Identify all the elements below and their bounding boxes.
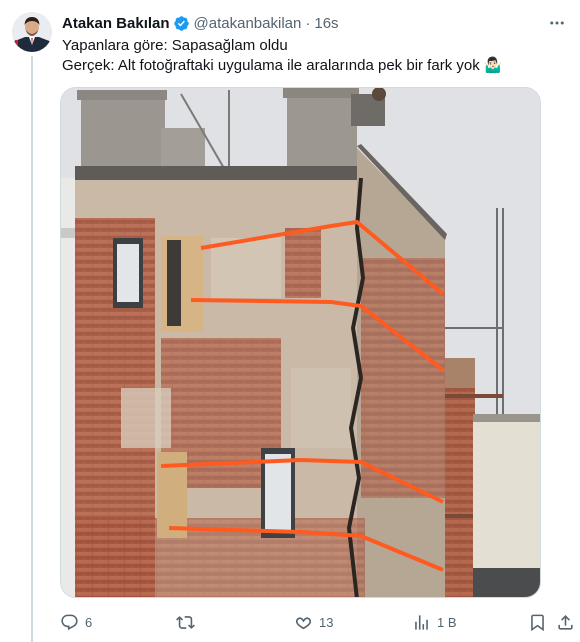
retweet-icon [176, 615, 195, 629]
views-count: 1 B [437, 614, 457, 630]
tweet-text-line-2-wrap: Gerçek: Alt fotoğraftaki uygulama ile ar… [62, 56, 567, 76]
reply-button[interactable]: 6 [60, 608, 92, 636]
separator-dot: · [305, 14, 311, 32]
avatar-image [12, 12, 52, 52]
bookmark-button[interactable] [528, 608, 547, 636]
thread-line [31, 56, 33, 642]
avatar[interactable] [12, 12, 52, 52]
heart-icon [295, 616, 312, 629]
reply-icon [61, 614, 78, 630]
share-button[interactable] [556, 608, 575, 636]
tweet-text-line-1: Yapanlara göre: Sapasağlam oldu [62, 37, 288, 54]
tweet[interactable]: Atakan Bakılan @atakanbakilan · 16s Yapa… [0, 0, 580, 642]
analytics-bar-icon [415, 614, 428, 630]
tweet-actions: 6 13 1 B [60, 608, 580, 636]
author-name[interactable]: Atakan Bakılan [62, 15, 170, 32]
like-button[interactable]: 13 [294, 608, 333, 636]
reply-count: 6 [85, 614, 93, 630]
bookmark-icon [531, 614, 544, 631]
tweet-text-line-2: Gerçek: Alt fotoğraftaki uygulama ile ar… [62, 57, 480, 74]
tweet-media-photo[interactable] [60, 87, 541, 598]
share-icon [558, 614, 573, 630]
like-count: 13 [319, 614, 334, 630]
tweet-text: Yapanlara göre: Sapasağlam oldu Gerçek: … [62, 36, 567, 76]
views-button[interactable]: 1 B [412, 608, 457, 636]
tweet-time[interactable]: 16s [314, 15, 338, 32]
building-photo-image [61, 88, 540, 597]
verified-badge-icon [173, 15, 189, 31]
author-handle[interactable]: @atakanbakilan [194, 15, 302, 32]
tweet-header: Atakan Bakılan @atakanbakilan · 16s [62, 12, 339, 34]
shrug-emoji: 🤷🏻‍♂️ [483, 57, 503, 74]
more-options-icon[interactable] [548, 14, 566, 37]
retweet-button[interactable] [176, 608, 201, 636]
